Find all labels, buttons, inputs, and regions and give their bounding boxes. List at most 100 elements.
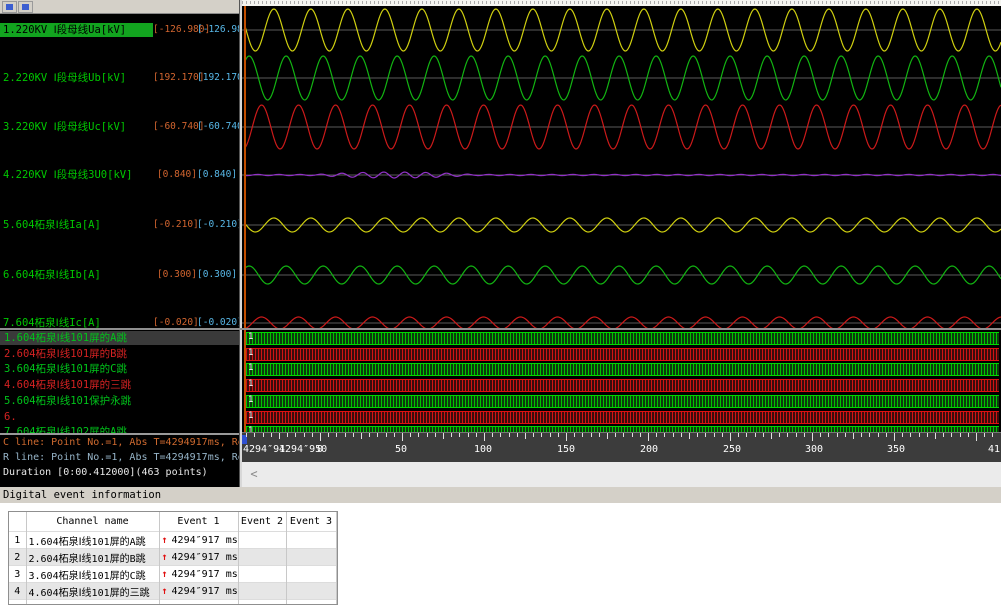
analog-channel-row-5[interactable]: 5.604柘泉Ⅰ线Ia[A][-0.210][-0.210] (0, 218, 239, 232)
axis-tick (533, 433, 534, 437)
axis-tick (263, 433, 264, 437)
digital-state-value: 1 (248, 410, 253, 422)
event-table-row-2[interactable]: 22.604柘泉Ⅰ线101屏的B跳↑4294″917 ms (9, 549, 336, 566)
axis-tick (722, 433, 723, 437)
axis-tick (705, 433, 706, 437)
axis-tick-label: 300 (805, 444, 823, 455)
axis-tick (459, 433, 460, 437)
axis-tick (394, 433, 395, 437)
event-channel-name: 1.604柘泉Ⅰ线101屏的A跳 (26, 532, 159, 549)
digital-status-bar-4: 1 (246, 379, 999, 392)
axis-tick (804, 433, 805, 437)
axis-tick (730, 433, 731, 441)
axis-tick (697, 433, 698, 437)
axis-tick (812, 433, 813, 441)
event2-cell (238, 566, 286, 583)
analog-channel-label: 6.604柘泉Ⅰ线Ib[A] (0, 268, 153, 282)
analog-wave-area[interactable] (242, 6, 1001, 330)
digital-channel-row-5[interactable]: 5.604柘泉Ⅰ线101保护永跳 (0, 394, 239, 408)
event-row-number: 3 (9, 566, 26, 583)
event-table-row-4[interactable]: 44.604柘泉Ⅰ线101屏的三跳↑4294″917 ms (9, 583, 336, 600)
event3-cell (286, 549, 336, 566)
axis-tick (328, 433, 329, 437)
axis-tick-label: 100 (474, 444, 492, 455)
axis-tick (714, 433, 715, 437)
axis-tick (664, 433, 665, 437)
axis-tick (304, 433, 305, 437)
analog-channel-label: 1.220KV Ⅰ段母线Ua[kV] (0, 23, 153, 37)
axis-tick (525, 433, 526, 439)
event-channel-name: 3.604柘泉Ⅰ线101屏的C跳 (26, 566, 159, 583)
event-channel-name: 4.604柘泉Ⅰ线101屏的三跳 (26, 583, 159, 600)
axis-tick-label: 200 (640, 444, 658, 455)
rising-edge-arrow-icon: ↑ (162, 535, 168, 546)
axis-tick (336, 433, 337, 437)
rising-edge-arrow-icon: ↑ (162, 569, 168, 580)
analog-channel-value-secondary: [0.300] (197, 268, 239, 282)
analog-channel-value-secondary: [192.170] (197, 71, 239, 85)
digital-channel-row-1[interactable]: 1.604柘泉Ⅰ线101屏的A跳 (0, 331, 239, 345)
axis-tick (271, 433, 272, 437)
digital-channel-row-3[interactable]: 3.604柘泉Ⅰ线101屏的C跳 (0, 362, 239, 376)
time-cursor-line[interactable] (244, 6, 246, 432)
axis-tick (361, 433, 362, 439)
axis-tick (279, 433, 280, 439)
analog-channel-value-primary: [-126.980] (153, 23, 197, 37)
scroll-left-arrow-icon[interactable]: < (246, 466, 262, 482)
digital-channel-row-6[interactable]: 6. (0, 410, 239, 424)
digital-state-value: 1 (248, 347, 253, 359)
axis-tick (828, 433, 829, 437)
axis-tick-label: 150 (557, 444, 575, 455)
axis-tick (615, 433, 616, 437)
digital-status-bar-3: 1 (246, 363, 999, 376)
analog-channel-value-primary: [0.300] (153, 268, 197, 282)
axis-tick (746, 433, 747, 437)
axis-tick-label: 0 (317, 444, 323, 455)
axis-tick (550, 433, 551, 437)
digital-status-bar-5: 1 (246, 395, 999, 408)
axis-tick (845, 433, 846, 437)
digital-channel-row-2[interactable]: 2.604柘泉Ⅰ线101屏的B跳 (0, 347, 239, 361)
axis-tick (369, 433, 370, 437)
horizontal-scrollbar[interactable]: < (242, 462, 1001, 487)
event1-cell: ↑4294″917 ms (159, 532, 238, 549)
axis-tick (566, 433, 567, 441)
event-row-number: 5 (9, 600, 26, 605)
axis-tick (927, 433, 928, 437)
time-axis: 4294″914294″95005010015020025030035041 (242, 432, 1001, 462)
event-row-number: 2 (9, 549, 26, 566)
channel-list-panel: 1.220KV Ⅰ段母线Ua[kV][-126.980][-126.980] 2.… (0, 0, 239, 487)
toolbar-button-2[interactable] (18, 1, 33, 13)
analog-channel-row-1[interactable]: 1.220KV Ⅰ段母线Ua[kV][-126.980][-126.980] (0, 23, 239, 37)
c-cursor-status: C line: Point No.=1, Abs T=4294917ms, Re… (3, 437, 239, 448)
analog-channel-row-4[interactable]: 4.220KV Ⅰ段母线3U0[kV][0.840][0.840] (0, 168, 239, 182)
axis-tick (402, 433, 403, 441)
axis-tick (377, 433, 378, 437)
analog-channel-value-primary: [-60.740] (153, 120, 197, 134)
axis-tick (951, 433, 952, 437)
rising-edge-arrow-icon: ↑ (162, 586, 168, 597)
axis-tick (869, 433, 870, 437)
analog-channel-row-2[interactable]: 2.220KV Ⅰ段母线Ub[kV][192.170][192.170] (0, 71, 239, 85)
event2-cell (238, 583, 286, 600)
event-table-row-3[interactable]: 33.604柘泉Ⅰ线101屏的C跳↑4294″917 ms (9, 566, 336, 583)
toolbar-button-1[interactable] (2, 1, 17, 13)
event-table-header-1: Channel name (26, 512, 159, 532)
analog-channel-value-primary: [0.840] (153, 168, 197, 182)
event-section-title: Digital event information (0, 487, 1001, 503)
analog-channel-label: 5.604柘泉Ⅰ线Ia[A] (0, 218, 153, 232)
analog-channel-row-3[interactable]: 3.220KV Ⅰ段母线Uc[kV][-60.740][-60.740] (0, 120, 239, 134)
axis-tick (796, 433, 797, 437)
event-table-container: Channel nameEvent 1Event 2Event 3 11.604… (8, 511, 338, 605)
analog-channel-value-secondary: [-0.210] (197, 218, 239, 232)
digital-channel-row-4[interactable]: 4.604柘泉Ⅰ线101屏的三跳 (0, 378, 239, 392)
digital-state-value: 1 (248, 362, 253, 374)
event-table-row-1[interactable]: 11.604柘泉Ⅰ线101屏的A跳↑4294″917 ms (9, 532, 336, 549)
event-table-row-5[interactable]: 55.604柘泉Ⅰ线101保护永跳↑4294″917 ms (9, 600, 336, 605)
axis-tick (960, 433, 961, 437)
axis-tick (919, 433, 920, 437)
digital-status-bar-2: 1 (246, 348, 999, 361)
digital-status-bar-1: 1 (246, 332, 999, 345)
analog-channel-row-6[interactable]: 6.604柘泉Ⅰ线Ib[A][0.300][0.300] (0, 268, 239, 282)
analog-channel-label: 3.220KV Ⅰ段母线Uc[kV] (0, 120, 153, 134)
